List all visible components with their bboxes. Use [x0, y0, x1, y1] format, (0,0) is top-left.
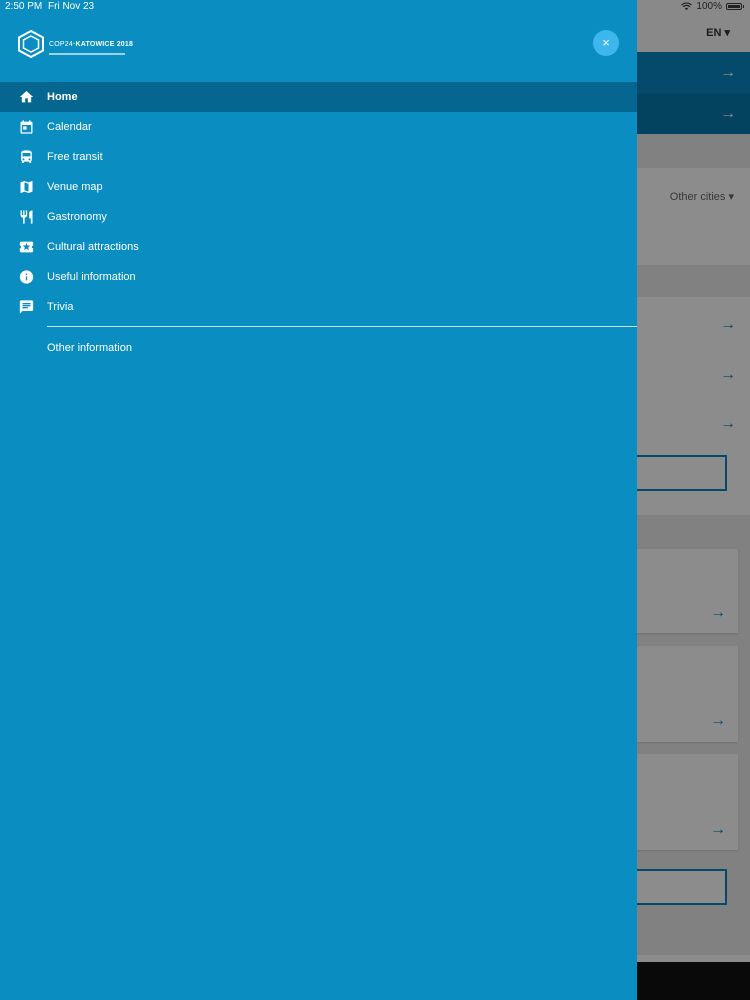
menu-item-venue-map[interactable]: Venue map: [0, 172, 637, 202]
navigation-drawer: COP24·KATOWICE 2018 × Home Calendar Free…: [0, 0, 637, 1000]
bus-icon: [21, 150, 32, 163]
chat-icon: [19, 300, 34, 314]
status-date: Fri Nov 23: [48, 1, 95, 12]
logo-text-katowice: ·KATOWICE 2018: [72, 41, 134, 48]
menu-item-label: Gastronomy: [47, 211, 107, 223]
menu-item-useful-information[interactable]: Useful information: [0, 262, 637, 292]
home-icon: [19, 91, 34, 103]
ticket-icon: [19, 241, 34, 253]
map-icon: [20, 181, 33, 193]
menu-item-label: Cultural attractions: [47, 241, 139, 253]
menu-item-label: Free transit: [47, 151, 103, 163]
menu-item-cultural-attractions[interactable]: Cultural attractions: [0, 232, 637, 262]
logo-tagline-line: [49, 53, 125, 55]
menu-divider: [47, 326, 637, 327]
calendar-icon: [20, 120, 33, 134]
menu-item-label: Venue map: [47, 181, 103, 193]
menu-item-label: Home: [47, 91, 78, 103]
menu-item-label: Useful information: [47, 271, 136, 283]
menu-item-trivia[interactable]: Trivia: [0, 292, 637, 322]
cop24-logo[interactable]: COP24·KATOWICE 2018: [18, 30, 133, 58]
cop24-logo-icon: [18, 30, 44, 58]
menu-item-home[interactable]: Home: [0, 82, 637, 112]
menu-item-label: Calendar: [47, 121, 92, 133]
battery-icon: [726, 3, 742, 10]
drawer-menu: Home Calendar Free transit Venue map Gas…: [0, 82, 637, 322]
wifi-icon: [681, 2, 693, 11]
menu-item-gastronomy[interactable]: Gastronomy: [0, 202, 637, 232]
menu-item-calendar[interactable]: Calendar: [0, 112, 637, 142]
menu-item-label: Trivia: [47, 301, 74, 313]
logo-text-cop24: COP24: [49, 41, 73, 48]
info-icon: [19, 270, 34, 284]
menu-item-other-information[interactable]: Other information: [47, 342, 132, 354]
status-right: 100%: [681, 1, 744, 12]
battery-percent: 100%: [696, 1, 722, 12]
menu-item-free-transit[interactable]: Free transit: [0, 142, 637, 172]
close-icon: ×: [602, 35, 610, 50]
status-bar: 2:50 PM Fri Nov 23 100%: [0, 0, 750, 14]
close-drawer-button[interactable]: ×: [593, 30, 619, 56]
restaurant-icon: [20, 210, 33, 224]
battery-tip: [743, 5, 744, 8]
status-time: 2:50 PM: [5, 1, 43, 12]
